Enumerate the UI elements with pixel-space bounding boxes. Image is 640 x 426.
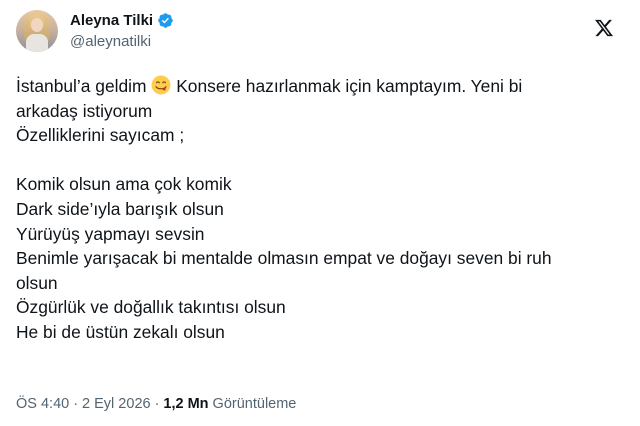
author-info: Aleyna Tilki @aleynatilki [70,8,174,50]
x-logo-icon[interactable] [594,18,614,38]
verified-badge-icon [158,12,173,28]
list-item: He bi de üstün zekalı olsun [16,321,225,342]
tweet-date[interactable]: 2 Eyl 2026 [82,396,151,412]
list-item: Yürüyüş yapmayı sevsin [16,223,205,244]
display-name[interactable]: Aleyna Tilki [70,12,153,29]
handle[interactable]: @aleynatilki [70,33,174,50]
tweet-line: İstanbul’a geldim Konsere hazırlanmak iç… [16,74,626,99]
tweet-line: arkadaş istiyorum [16,100,153,121]
face-savoring-food-emoji-icon [151,75,171,95]
views-count: 1,2 Mn [163,396,209,412]
avatar[interactable] [16,10,58,52]
list-item: Komik olsun ama çok komik [16,174,232,195]
views-label: Görüntüleme [212,396,297,412]
tweet-time[interactable]: ÖS 4:40 [16,396,69,412]
tweet-text: İstanbul’a geldim Konsere hazırlanmak iç… [16,74,626,345]
separator: · [73,396,79,412]
tweet-text-segment: İstanbul’a geldim [16,76,147,96]
list-item: Dark side’ıyla barışık olsun [16,198,224,219]
list-item: Özgürlük ve doğallık takıntısı olsun [16,297,286,318]
tweet-header: Aleyna Tilki @aleynatilki [16,8,628,56]
separator: · [154,396,160,412]
list-item: olsun [16,272,58,293]
list-item: Benimle yarışacak bi mentalde olmasın em… [16,248,552,269]
tweet-meta: ÖS 4:40 · 2 Eyl 2026 · 1,2 Mn Görüntülem… [16,396,296,412]
tweet-line: Özelliklerini sayıcam ; [16,125,185,146]
tweet-text-segment: Konsere hazırlanmak için kamptayım. Yeni… [171,76,523,96]
